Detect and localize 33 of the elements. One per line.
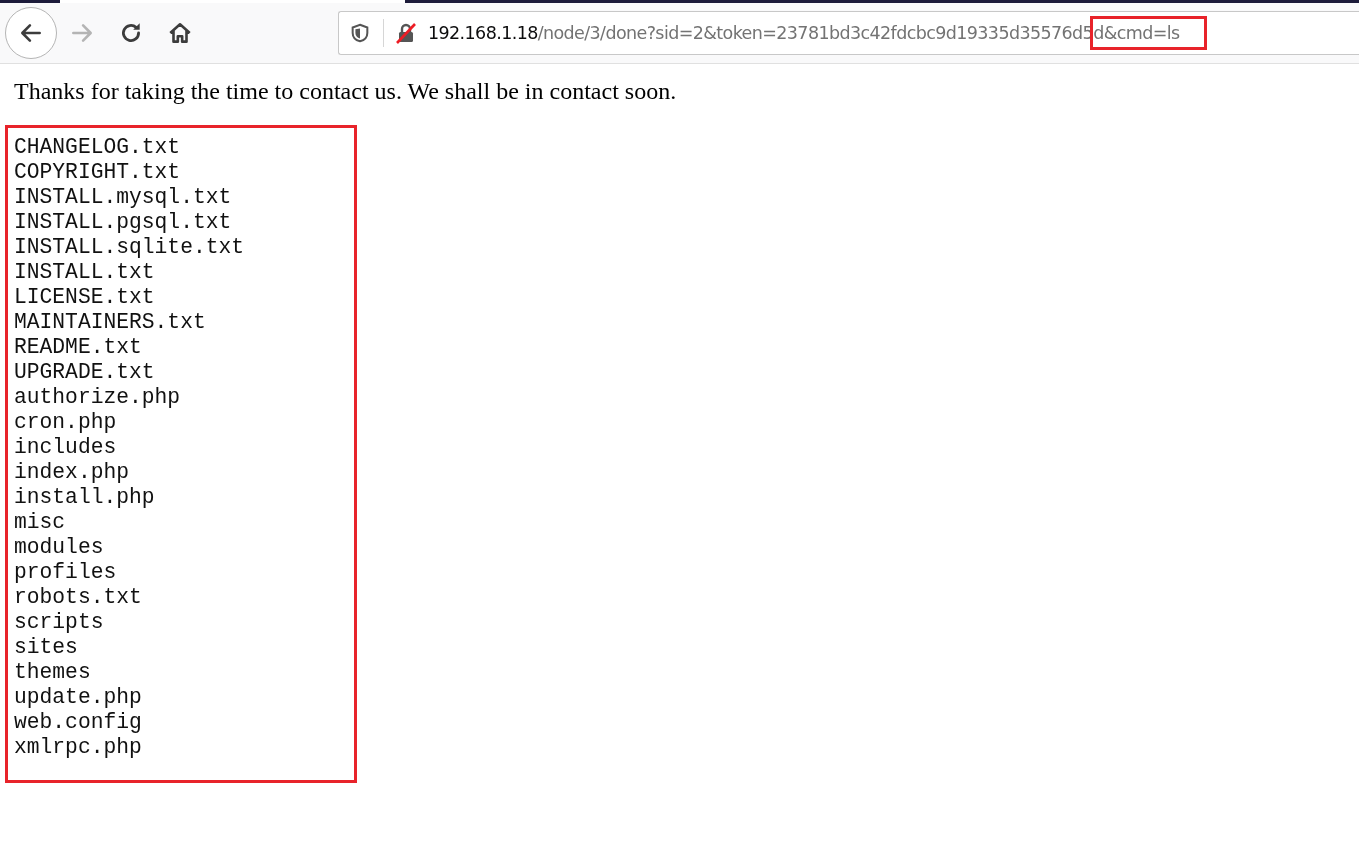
file-name: xmlrpc.php (14, 735, 143, 760)
file-name: includes (14, 435, 118, 460)
file-name: cron.php (14, 410, 118, 435)
insecure-lock-icon[interactable] (394, 21, 418, 45)
home-icon (167, 20, 193, 46)
file-name: modules (14, 535, 105, 560)
file-name: web.config (14, 710, 143, 735)
file-name: MAINTAINERS.txt (14, 310, 207, 335)
file-name: INSTALL.pgsql.txt (14, 210, 233, 235)
file-name: COPYRIGHT.txt (14, 160, 182, 185)
file-name: README.txt (14, 335, 143, 360)
file-name: robots.txt (14, 585, 143, 610)
file-name: profiles (14, 560, 118, 585)
file-name: INSTALL.txt (14, 260, 156, 285)
file-name: INSTALL.sqlite.txt (14, 235, 246, 260)
file-name: sites (14, 635, 79, 660)
file-name: authorize.php (14, 385, 182, 410)
file-name: update.php (14, 685, 143, 710)
file-name: install.php (14, 485, 156, 510)
file-name: LICENSE.txt (14, 285, 156, 310)
file-name: CHANGELOG.txt (14, 135, 182, 160)
confirmation-message: Thanks for taking the time to contact us. We shall be in contact soon. (14, 78, 678, 105)
file-name: themes (14, 660, 92, 685)
highlighted-url-part: d&cmd=ls (1090, 16, 1207, 50)
file-name: scripts (14, 610, 105, 635)
file-name: misc (14, 510, 67, 535)
file-name: INSTALL.mysql.txt (14, 185, 233, 210)
file-name: index.php (14, 460, 131, 485)
back-button[interactable] (5, 7, 57, 59)
address-bar[interactable]: 192.168.1.18/node/3/done?sid=2&token=23781bd3c42fdcbc9d19335d35576d5 d&cmd=ls (338, 11, 1359, 55)
file-name: UPGRADE.txt (14, 360, 156, 385)
url-host: 192.168.1.18 (428, 23, 538, 43)
shield-icon[interactable] (349, 22, 371, 44)
